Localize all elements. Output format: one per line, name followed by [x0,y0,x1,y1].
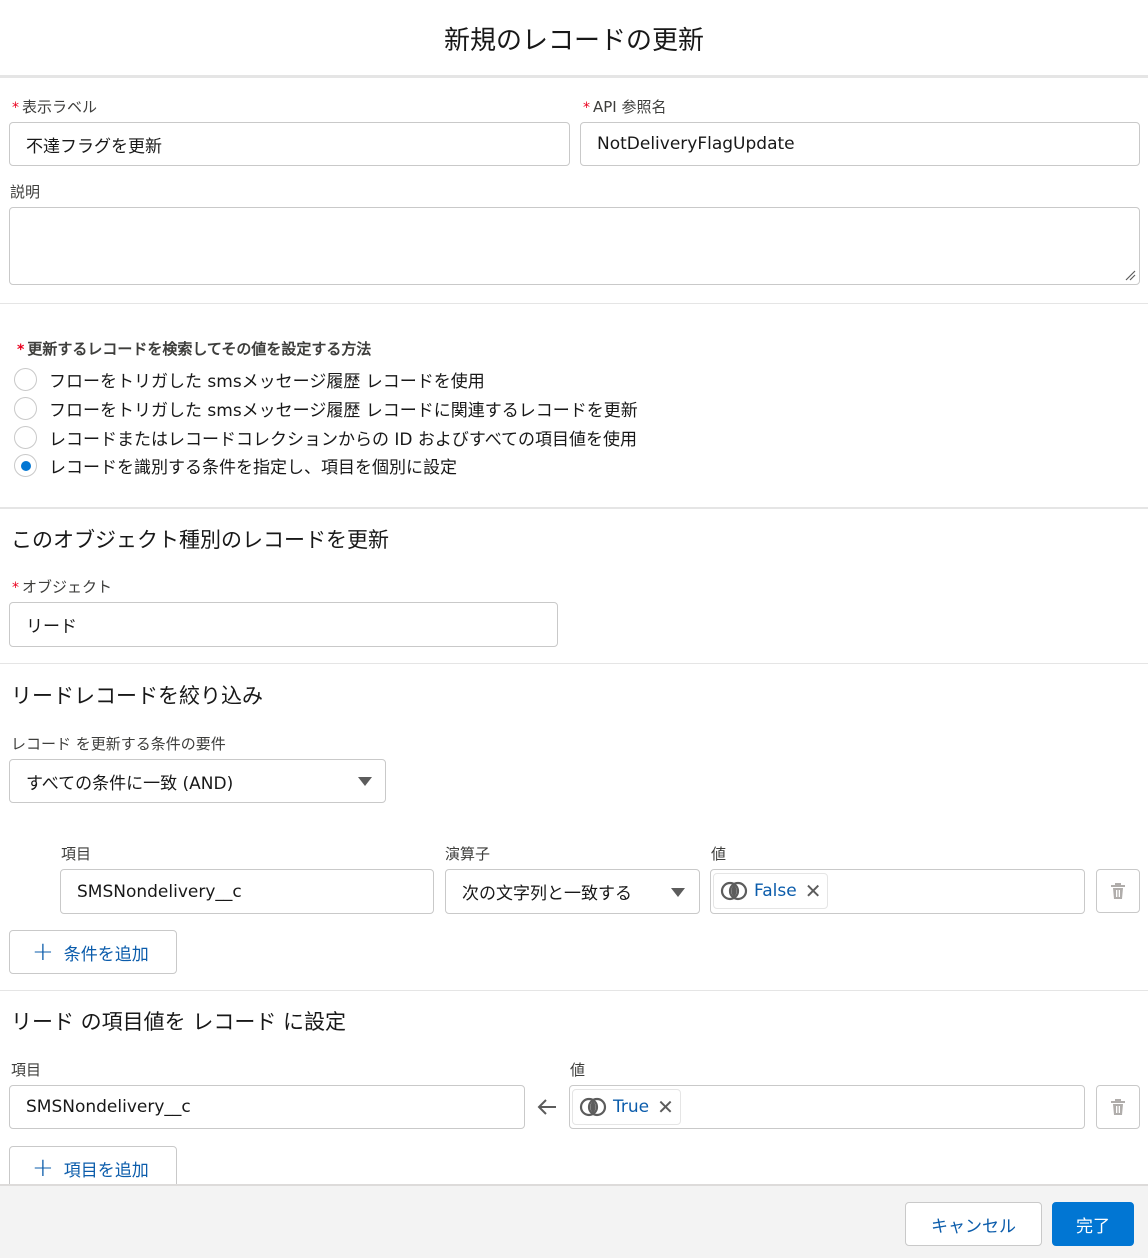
section-divider [0,507,1148,509]
set-col-value: 値 [570,1061,586,1079]
set-value-pill[interactable]: True ✕ [572,1089,681,1125]
filter-section-title: リードレコードを絞り込み [11,684,263,708]
boolean-toggle-icon [579,1097,607,1117]
filter-value-pill[interactable]: False ✕ [713,873,829,909]
filter-operator-value: 次の文字列と一致する [462,884,632,904]
chevron-down-icon [358,777,372,786]
method-option-2[interactable]: フローをトリガした smsメッセージ履歴 レコードに関連するレコードを更新 [14,396,638,421]
method-option-4[interactable]: レコードを識別する条件を指定し、項目を個別に設定 [14,453,457,478]
set-value-text: True [613,1097,650,1117]
description-label: 説明 [10,183,41,201]
object-field-label: * オブジェクト [12,578,113,596]
filter-delete-button[interactable] [1096,869,1140,913]
filter-col-value: 値 [711,845,727,863]
plus-icon: + [32,937,54,967]
close-icon[interactable]: ✕ [657,1097,674,1117]
add-condition-button[interactable]: + 条件を追加 [9,930,177,974]
filter-col-operator: 演算子 [445,845,491,863]
method-option-label: フローをトリガした smsメッセージ履歴 レコードに関連するレコードを更新 [49,401,638,421]
arrow-left-icon [537,1099,556,1115]
section-divider [0,663,1148,664]
set-delete-button[interactable] [1096,1085,1140,1129]
trash-icon [1111,883,1125,899]
done-button[interactable]: 完了 [1052,1202,1134,1246]
set-section-title: リード の項目値を レコード に設定 [11,1010,347,1034]
cancel-button[interactable]: キャンセル [905,1202,1042,1246]
requirement-select-value: すべての条件に一致 (AND) [26,773,234,794]
api-name-input[interactable]: NotDeliveryFlagUpdate [580,122,1140,166]
trash-icon [1111,1099,1125,1115]
set-col-field: 項目 [11,1061,42,1079]
method-option-label: レコードまたはレコードコレクションからの ID およびすべての項目値を使用 [49,430,638,450]
section-divider [0,303,1148,304]
modal-title: 新規のレコードの更新 [443,25,704,56]
requirement-select[interactable]: すべての条件に一致 (AND) [9,759,386,803]
object-section-title: このオブジェクト種別のレコードを更新 [11,528,389,552]
label-field-label: * 表示ラベル [12,98,98,116]
object-input[interactable]: リード [9,602,558,647]
method-option-1[interactable]: フローをトリガした smsメッセージ履歴 レコードを使用 [14,367,485,392]
method-option-3[interactable]: レコードまたはレコードコレクションからの ID およびすべての項目値を使用 [14,425,637,450]
filter-field-input[interactable]: SMSNondelivery__c [60,869,434,914]
radio-button[interactable] [14,426,37,449]
chevron-down-icon [671,888,685,897]
radio-button[interactable] [14,397,37,420]
set-field-input[interactable]: SMSNondelivery__c [9,1085,525,1129]
section-divider [0,990,1148,991]
modal-footer: キャンセル 完了 [0,1184,1148,1258]
filter-col-field: 項目 [61,845,92,863]
requirement-label: レコード を更新する条件の要件 [11,735,226,753]
add-field-label: 項目を追加 [63,1160,149,1181]
method-heading: * 更新するレコードを検索してその値を設定する方法 [17,340,372,358]
resize-handle-icon[interactable] [1124,269,1136,281]
close-icon[interactable]: ✕ [805,881,822,901]
description-textarea[interactable] [9,207,1140,285]
header-divider [0,75,1148,78]
filter-value-text: False [754,881,797,901]
boolean-toggle-icon [720,881,748,901]
api-name-field-label: * API 参照名 [583,98,667,116]
radio-button[interactable] [14,368,37,391]
label-input[interactable]: 不達フラグを更新 [9,122,570,166]
filter-operator-select[interactable]: 次の文字列と一致する [445,869,700,914]
plus-icon: + [32,1153,54,1183]
method-option-label: フローをトリガした smsメッセージ履歴 レコードを使用 [49,372,485,392]
radio-button-selected[interactable] [14,454,37,477]
method-option-label: レコードを識別する条件を指定し、項目を個別に設定 [49,458,457,478]
add-condition-label: 条件を追加 [63,944,149,965]
